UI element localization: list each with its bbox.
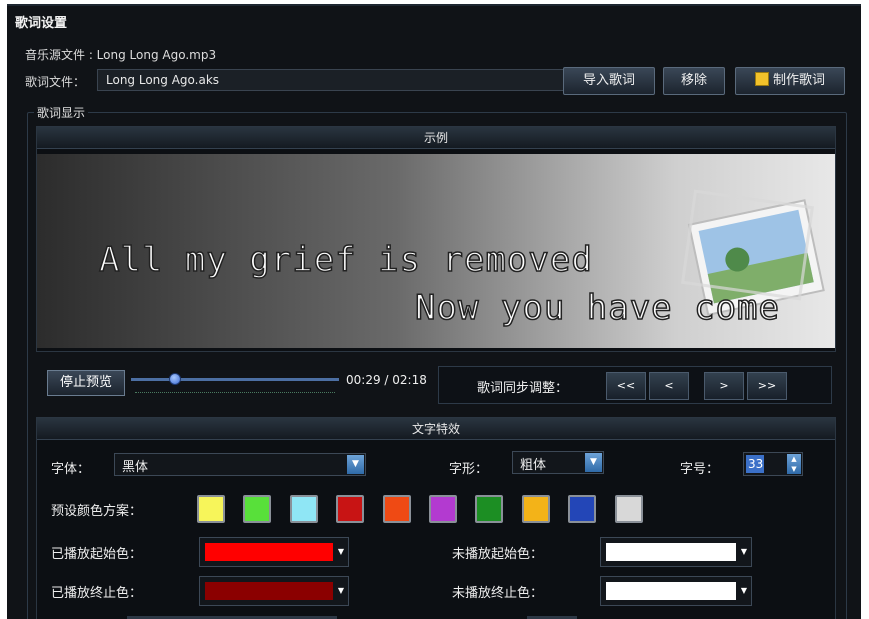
style-label: 字形： [449,462,489,477]
window-title: 歌词设置 [15,16,68,31]
preset-swatch[interactable] [243,495,271,523]
font-value: 黑体 [122,460,149,475]
progress-track[interactable] [131,378,339,381]
chevron-down-icon[interactable]: ▼ [336,547,346,557]
unplayed-end-swatch [606,582,736,600]
preset-swatch[interactable] [568,495,596,523]
lyric-line-2: Now you have come [414,287,780,329]
sync-forward-fast-button[interactable]: >> [747,372,787,400]
chevron-down-icon[interactable]: ▼ [336,586,346,596]
preset-swatch[interactable] [336,495,364,523]
size-value[interactable]: 33 [746,455,764,473]
lyric-file-label: 歌词文件： [25,75,86,89]
lyric-line-1: All my grief is removed [98,239,593,281]
preset-swatch[interactable] [197,495,225,523]
played-end-label: 已播放终止色： [51,586,143,601]
lyric-preview: All my grief is removed Now you have com… [37,154,835,348]
import-lyrics-button[interactable]: 导入歌词 [563,67,655,95]
stepper-arrows-icon[interactable]: ▲ ▼ [787,454,801,474]
played-start-color-picker[interactable]: ▼ [199,537,349,567]
folder-icon [754,72,769,86]
lyric-file-field[interactable]: Long Long Ago.aks [97,69,567,91]
sync-rewind-fast-button[interactable]: << [606,372,646,400]
preset-colors-label: 预设颜色方案： [51,504,143,519]
unplayed-end-color-picker[interactable]: ▼ [600,576,752,606]
text-effects-header: 文字特效 [37,418,835,440]
example-header: 示例 [37,127,835,149]
preset-swatch[interactable] [383,495,411,523]
size-stepper[interactable]: 33 ▲ ▼ [743,452,803,476]
played-end-color-picker[interactable]: ▼ [199,576,349,606]
unplayed-end-label: 未播放终止色： [452,586,544,601]
playback-time: 00:29 / 02:18 [346,373,427,387]
stop-preview-button[interactable]: 停止预览 [47,370,125,396]
music-file-label: 音乐源文件 : Long Long Ago.mp3 [25,48,217,62]
preset-swatch[interactable] [522,495,550,523]
lyric-display-legend: 歌词显示 [34,104,89,121]
size-label: 字号： [680,462,720,477]
played-start-label: 已播放起始色： [51,547,143,562]
font-label: 字体： [51,462,91,477]
unplayed-start-swatch [606,543,736,561]
style-value: 粗体 [520,458,547,473]
remove-button[interactable]: 移除 [663,67,725,95]
progress-ticks [135,389,335,393]
style-select[interactable]: 粗体 ▼ [512,451,604,474]
played-start-swatch [205,543,333,561]
chevron-down-icon[interactable]: ▼ [739,547,749,557]
played-end-swatch [205,582,333,600]
font-select[interactable]: 黑体 ▼ [114,453,366,476]
chevron-down-icon[interactable]: ▼ [347,455,364,474]
chevron-down-icon[interactable]: ▼ [585,453,602,472]
sync-adjust-label: 歌词同步调整： [477,381,569,396]
unplayed-start-label: 未播放起始色： [452,547,544,562]
lyric-settings-window: 歌词设置 音乐源文件 : Long Long Ago.mp3 歌词文件： Lon… [7,4,861,619]
preset-swatch[interactable] [290,495,318,523]
preset-swatch[interactable] [475,495,503,523]
make-lyrics-button[interactable]: 制作歌词 [735,67,845,95]
preset-swatch[interactable] [615,495,643,523]
sync-forward-button[interactable]: > [704,372,744,400]
make-lyrics-label: 制作歌词 [772,73,825,88]
unplayed-start-color-picker[interactable]: ▼ [600,537,752,567]
progress-thumb[interactable] [169,373,181,385]
sync-rewind-button[interactable]: < [649,372,689,400]
chevron-down-icon[interactable]: ▼ [739,586,749,596]
preset-swatch[interactable] [429,495,457,523]
